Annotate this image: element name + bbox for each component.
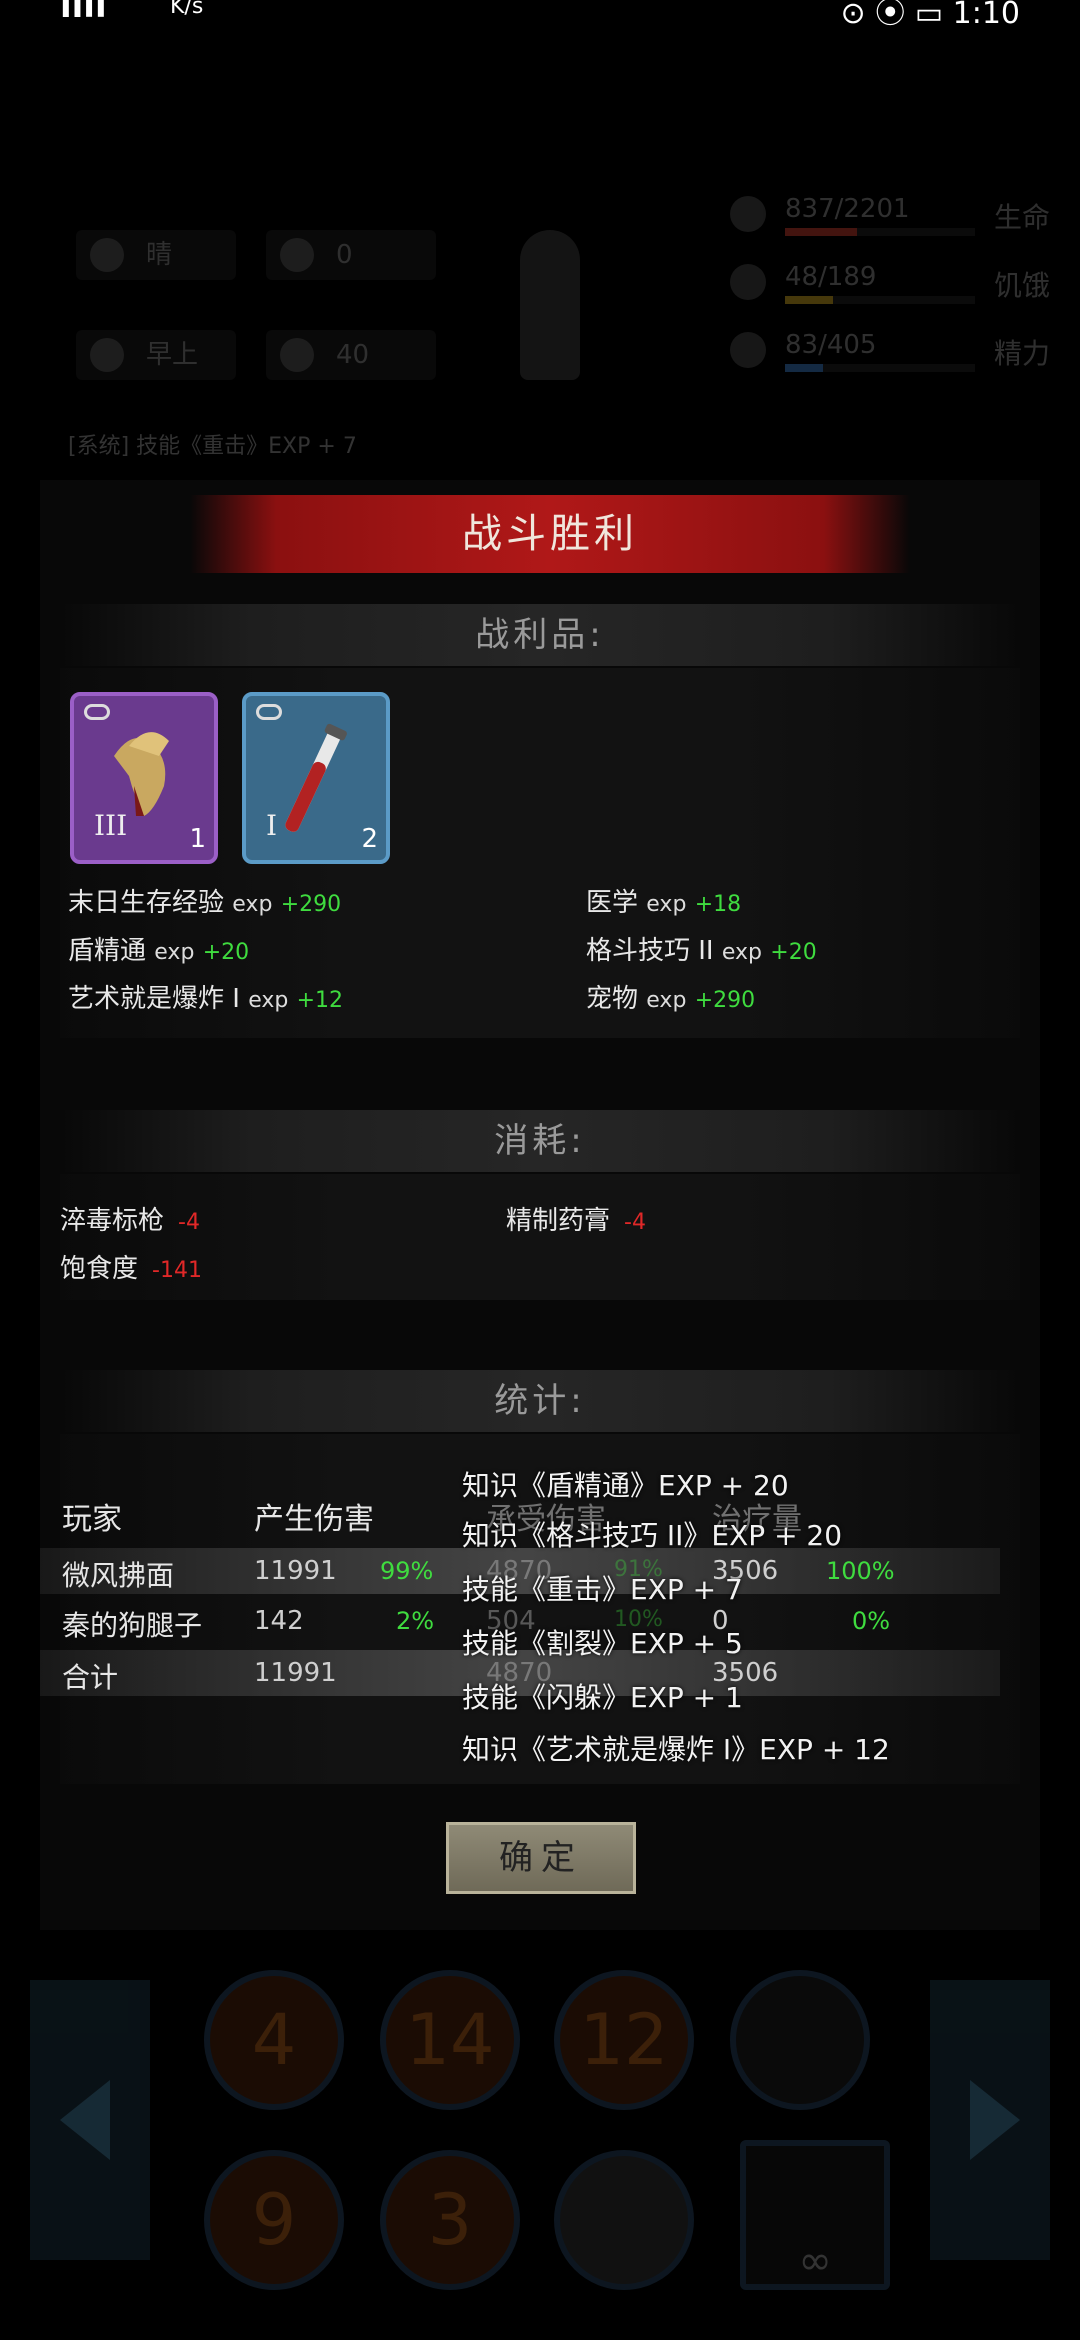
temperature-box: 40 [266, 330, 436, 380]
row-damage: 11991 [254, 1556, 337, 1586]
row-player: 微风拂面 [62, 1559, 175, 1592]
confirm-button[interactable]: 确定 [446, 1822, 636, 1894]
exp-gain-survival: 末日生存经验 exp +290 [68, 888, 342, 918]
radiation-value: 0 [336, 240, 353, 270]
consume-section [60, 1174, 1020, 1300]
next-arrow-button[interactable] [930, 1980, 1050, 2260]
skill-slot[interactable]: 12 [554, 1970, 694, 2110]
weapon-slot[interactable]: ∞ [740, 2140, 890, 2290]
exp-gain-medicine: 医学 exp +18 [586, 888, 742, 918]
prev-arrow-button[interactable] [30, 1980, 150, 2260]
medkit-skill-slot[interactable] [554, 2150, 694, 2290]
skill-exp-toast: 技能《割裂》EXP + 5 [462, 1627, 743, 1660]
row-damage: 142 [254, 1606, 304, 1636]
item-count: 1 [189, 824, 206, 854]
loot-item-1[interactable]: III 1 [70, 692, 218, 864]
health-label: 生命 [993, 201, 1050, 234]
exp-gain-pet: 宠物 exp +290 [586, 984, 756, 1014]
exp-gain-shield: 盾精通 exp +20 [68, 936, 250, 966]
signal-indicator: ııll [60, 0, 107, 26]
radiation-icon [280, 238, 314, 272]
loot-item-2[interactable]: I 2 [242, 692, 390, 864]
stat-health: 837/2201 生命 [730, 192, 1050, 242]
arrow-left-icon [60, 2080, 110, 2160]
crosshair-skill-slot[interactable] [730, 1970, 870, 2110]
skill-exp-toast: 技能《闪躲》EXP + 1 [462, 1681, 743, 1714]
row-player: 合计 [62, 1661, 119, 1694]
item-tier: I [266, 809, 278, 842]
skill-slot[interactable]: 3 [380, 2150, 520, 2290]
skill-slot[interactable]: 14 [380, 1970, 520, 2110]
stomach-icon [730, 264, 766, 300]
hunger-value: 48/189 [785, 262, 877, 292]
row-heal-pct: 100% [826, 1557, 895, 1585]
radiation-box: 0 [266, 230, 436, 280]
skill-exp-toast: 知识《艺术就是爆炸 I》EXP + 12 [462, 1733, 890, 1766]
consumed-item: 淬毒标枪 -4 [60, 1206, 200, 1236]
status-bar: ııll K/s ⊙ ⦿ ▭ 1:10 [0, 0, 1080, 40]
loot-header: 战利品: [60, 604, 1020, 666]
row-heal-pct: 0% [852, 1607, 891, 1635]
exp-gain-explosion: 艺术就是爆炸 I exp +12 [68, 984, 344, 1014]
stats-header: 统计: [60, 1370, 1020, 1432]
skill-exp-toast: 技能《重击》EXP + 7 [462, 1573, 743, 1606]
system-log-line: [系统] 技能《重击》EXP + 7 [68, 434, 357, 459]
time-box: 早上 [76, 330, 236, 380]
energy-label: 精力 [993, 337, 1050, 370]
stat-hunger: 48/189 饥饿 [730, 260, 1050, 310]
weather-box: 晴 [76, 230, 236, 280]
energy-bar [785, 364, 823, 372]
weather-value: 晴 [146, 240, 173, 270]
arrow-right-icon [970, 2080, 1020, 2160]
cloud-icon [90, 238, 124, 272]
row-damage-pct: 99% [380, 1557, 434, 1585]
network-speed: K/s [170, 0, 204, 19]
action-bar: 4 14 12 9 3 ∞ [0, 1950, 1080, 2340]
stat-energy: 83/405 精力 [730, 328, 1050, 378]
col-player: 玩家 [62, 1502, 122, 1537]
hunger-label: 饥饿 [993, 269, 1050, 302]
status-icons-time: ⊙ ⦿ ▭ 1:10 [840, 0, 1020, 31]
skill-exp-toast: 知识《格斗技巧 II》EXP + 20 [462, 1519, 843, 1552]
health-bar [785, 228, 858, 236]
heart-icon [730, 196, 766, 232]
health-value: 837/2201 [785, 194, 910, 224]
exp-gain-fighting: 格斗技巧 II exp +20 [586, 936, 817, 966]
skill-exp-toast: 知识《盾精通》EXP + 20 [462, 1469, 789, 1502]
row-damage-pct: 2% [396, 1607, 435, 1635]
dialog-title: 战斗胜利 [190, 495, 910, 573]
consumed-item: 精制药膏 -4 [506, 1206, 646, 1236]
consume-header: 消耗: [60, 1110, 1020, 1172]
clock-icon [90, 338, 124, 372]
thermometer-icon [280, 338, 314, 372]
row-damage: 11991 [254, 1658, 337, 1688]
consumed-item: 饱食度 -141 [60, 1254, 202, 1284]
temperature-value: 40 [336, 340, 370, 370]
hunger-bar [785, 296, 833, 304]
time-of-day-value: 早上 [146, 340, 199, 370]
item-tier: III [94, 809, 128, 842]
skill-slot[interactable]: 9 [204, 2150, 344, 2290]
energy-icon [730, 332, 766, 368]
energy-value: 83/405 [785, 330, 877, 360]
row-player: 秦的狗腿子 [62, 1609, 203, 1642]
skill-slot[interactable]: 4 [204, 1970, 344, 2110]
item-count: 2 [361, 824, 378, 854]
col-damage-dealt: 产生伤害 [254, 1502, 374, 1537]
body-figure-icon [520, 230, 580, 380]
